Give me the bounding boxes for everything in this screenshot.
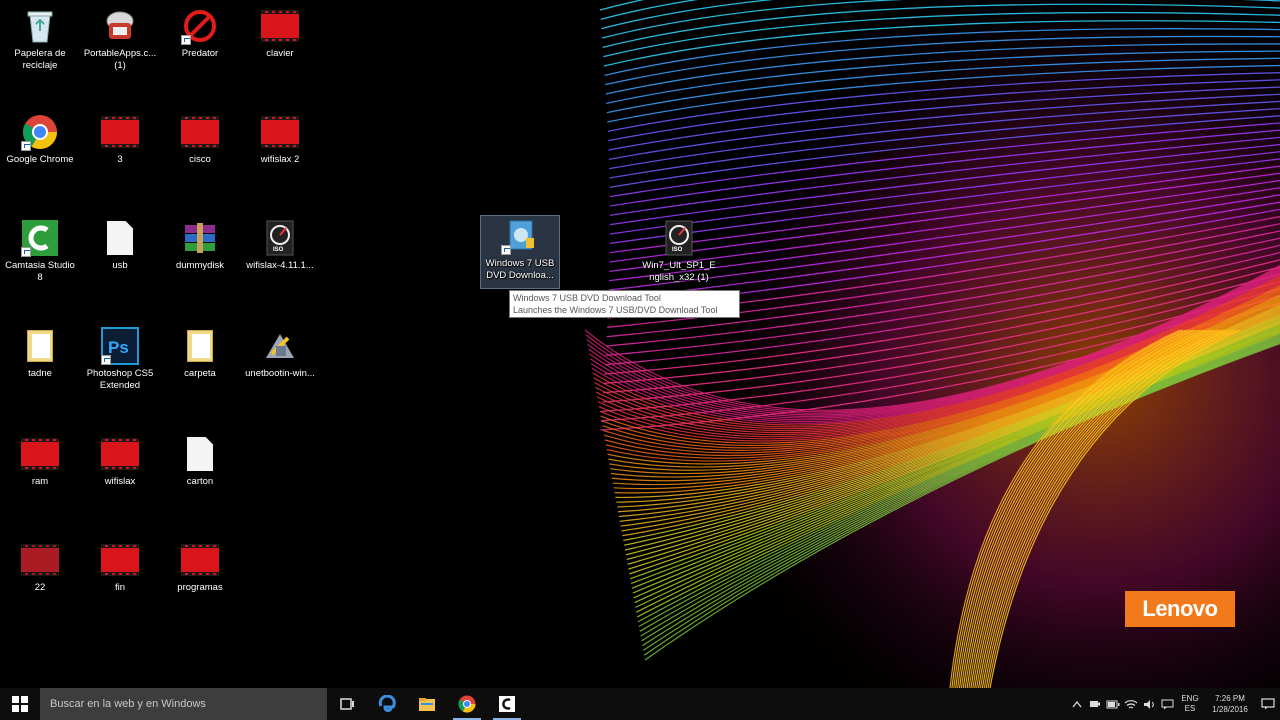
recycle-bin-icon	[20, 6, 60, 46]
document-icon	[180, 434, 220, 474]
shortcut-arrow-icon	[181, 35, 191, 45]
svg-text:ISO: ISO	[273, 247, 284, 253]
svg-text:Ps: Ps	[108, 338, 129, 357]
iso-disc-icon: ISO	[659, 218, 699, 258]
video-file-icon	[260, 6, 300, 46]
shortcut-arrow-icon	[21, 141, 31, 151]
system-tray: ENG ES 7:26 PM 1/28/2016	[1068, 688, 1280, 720]
desktop-icon-google-chrome[interactable]: Google Chrome	[2, 112, 78, 166]
lenovo-logo: Lenovo	[1125, 591, 1235, 627]
shortcut-arrow-icon	[21, 247, 31, 257]
camtasia-icon	[499, 696, 515, 712]
chevron-up-icon	[1072, 700, 1082, 708]
video-file-icon	[20, 540, 60, 580]
tooltip-title: Windows 7 USB DVD Download Tool	[513, 293, 661, 303]
desktop-icon-photoshop[interactable]: Ps Photoshop CS5 Extended	[82, 326, 158, 392]
search-input[interactable]: Buscar en la web y en Windows	[40, 688, 327, 720]
desktop-icon-3[interactable]: 3	[82, 112, 158, 166]
task-view-icon	[340, 698, 354, 710]
desktop-icon-22[interactable]: 22	[2, 540, 78, 594]
unetbootin-icon	[260, 326, 300, 366]
taskbar-file-explorer[interactable]	[407, 688, 447, 720]
show-hidden-icons-button[interactable]	[1068, 688, 1086, 720]
shortcut-arrow-icon	[501, 245, 511, 255]
desktop-icon-carton[interactable]: carton	[162, 434, 238, 488]
desktop-icon-win7-iso[interactable]: ISO Win7_Ult_SP1_English_x32 (1)	[641, 218, 717, 284]
video-file-icon	[100, 434, 140, 474]
video-file-icon	[260, 112, 300, 152]
iso-disc-icon: ISO	[260, 218, 300, 258]
battery-icon	[1106, 700, 1120, 708]
desktop-icon-wifislax-iso[interactable]: ISO wifislax-4.11.1...	[242, 218, 318, 272]
clock-time: 7:26 PM	[1215, 694, 1245, 703]
folder-icon	[180, 326, 220, 366]
input-language-button[interactable]: ENG ES	[1176, 694, 1204, 714]
icon-tooltip: Windows 7 USB DVD Download Tool Launches…	[509, 290, 740, 318]
usb-dvd-tool-icon	[500, 216, 540, 256]
tray-app-button[interactable]	[1086, 688, 1104, 720]
volume-button[interactable]	[1140, 688, 1158, 720]
video-file-icon	[20, 434, 60, 474]
camera-tray-icon	[1090, 701, 1100, 707]
desktop-icon-carpeta[interactable]: carpeta	[162, 326, 238, 380]
windows-logo-icon	[12, 696, 28, 712]
desktop-icon-programas[interactable]: programas	[162, 540, 238, 594]
predator-icon	[180, 6, 220, 46]
desktop-icon-recycle-bin[interactable]: Papelera de reciclaje	[2, 6, 78, 72]
chrome-icon	[20, 112, 60, 152]
message-icon	[1161, 699, 1173, 709]
start-button[interactable]	[0, 688, 40, 720]
taskbar-edge[interactable]	[367, 688, 407, 720]
video-file-icon	[180, 540, 220, 580]
desktop-icon-cisco[interactable]: cisco	[162, 112, 238, 166]
edge-icon	[378, 695, 396, 713]
video-file-icon	[100, 540, 140, 580]
camtasia-icon	[20, 218, 60, 258]
desktop-icon-usb[interactable]: usb	[82, 218, 158, 272]
desktop-icon-camtasia[interactable]: Camtasia Studio 8	[2, 218, 78, 284]
shortcut-arrow-icon	[101, 355, 111, 365]
desktop-icon-wifislax-2[interactable]: wifislax 2	[242, 112, 318, 166]
desktop-icon-predator[interactable]: Predator	[162, 6, 238, 60]
video-file-icon	[180, 112, 220, 152]
taskbar-camtasia[interactable]	[487, 688, 527, 720]
desktop-icon-ram[interactable]: ram	[2, 434, 78, 488]
photoshop-icon: Ps	[100, 326, 140, 366]
action-center-button[interactable]	[1256, 688, 1280, 720]
folder-icon	[20, 326, 60, 366]
message-tray-button[interactable]	[1158, 688, 1176, 720]
network-button[interactable]	[1122, 688, 1140, 720]
document-icon	[100, 218, 140, 258]
portableapps-icon	[100, 6, 140, 46]
svg-text:ISO: ISO	[672, 247, 683, 253]
clock-button[interactable]: 7:26 PM 1/28/2016	[1204, 693, 1256, 715]
desktop-icon-unetbootin[interactable]: unetbootin-win...	[242, 326, 318, 380]
file-explorer-icon	[419, 697, 435, 711]
desktop-icon-wifislax[interactable]: wifislax	[82, 434, 158, 488]
notification-icon	[1261, 698, 1275, 710]
desktop-icon-clavier[interactable]: clavier	[242, 6, 318, 60]
tooltip-description: Launches the Windows 7 USB/DVD Download …	[513, 305, 718, 315]
taskbar-chrome[interactable]	[447, 688, 487, 720]
desktop-icon-windows7-usb-dvd-tool[interactable]: Windows 7 USB DVD Downloa...	[480, 215, 560, 289]
video-file-icon	[100, 112, 140, 152]
desktop-icon-portableapps[interactable]: PortableApps.c... (1)	[82, 6, 158, 72]
desktop-icon-fin[interactable]: fin	[82, 540, 158, 594]
speaker-icon	[1143, 699, 1154, 709]
task-view-button[interactable]	[327, 688, 367, 720]
winrar-archive-icon	[180, 218, 220, 258]
wifi-icon	[1124, 699, 1138, 709]
power-button[interactable]	[1104, 688, 1122, 720]
desktop-icon-tadne[interactable]: tadne	[2, 326, 78, 380]
taskbar: Buscar en la web y en Windows ENG ES 7:2…	[0, 688, 1280, 720]
chrome-icon	[458, 695, 476, 713]
desktop-icon-dummydisk[interactable]: dummydisk	[162, 218, 238, 272]
clock-date: 1/28/2016	[1212, 705, 1248, 714]
